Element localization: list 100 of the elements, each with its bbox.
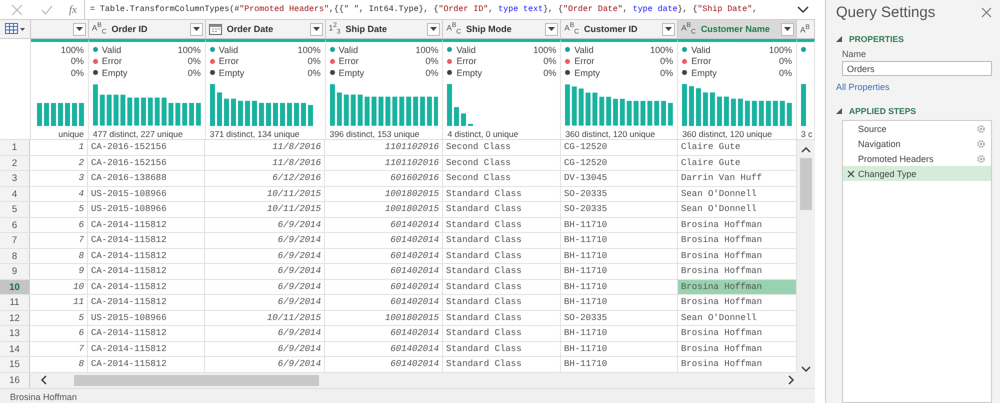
column-label: Customer ID bbox=[584, 24, 638, 34]
table-cell: 601402014 bbox=[325, 264, 443, 278]
close-icon[interactable] bbox=[981, 6, 992, 18]
table-cell: CA-2014-115812 bbox=[88, 218, 205, 232]
table-cell: BH-11710 bbox=[561, 218, 678, 232]
filter-dropdown-button[interactable] bbox=[310, 22, 323, 36]
table-cell: Brosina Hoffman bbox=[678, 280, 797, 294]
expand-triangle-icon[interactable] bbox=[836, 36, 842, 42]
table-cell: 5 bbox=[30, 202, 88, 216]
scrollbar-thumb[interactable] bbox=[800, 158, 812, 210]
chevron-down-icon[interactable] bbox=[797, 6, 809, 14]
table-icon[interactable] bbox=[4, 23, 25, 35]
check-icon[interactable] bbox=[41, 4, 53, 16]
name-field[interactable]: Orders bbox=[842, 61, 992, 76]
row-number[interactable]: 10 bbox=[0, 280, 30, 294]
table-cell: 3 bbox=[30, 171, 88, 186]
scrollbar-thumb[interactable] bbox=[74, 374, 319, 386]
caret-icon bbox=[430, 27, 438, 31]
column-header[interactable]: A$^{B}$ bbox=[797, 20, 816, 38]
type-icon[interactable]: A$^{B}$ bbox=[800, 24, 810, 34]
table-cell: BH-11710 bbox=[561, 233, 678, 248]
table-cell: 601602016 bbox=[325, 171, 443, 186]
row-number[interactable]: 1 bbox=[0, 140, 30, 154]
table-cell: Standard Class bbox=[443, 233, 561, 248]
expand-triangle-icon[interactable] bbox=[836, 108, 842, 114]
table-cell: BH-11710 bbox=[561, 342, 678, 356]
table-cell: CA-2016-138688 bbox=[88, 171, 205, 186]
table-cell: 6/9/2014 bbox=[205, 248, 325, 263]
table-cell: Standard Class bbox=[443, 264, 561, 278]
row-number[interactable]: 14 bbox=[0, 342, 30, 356]
scroll-left-button[interactable] bbox=[40, 375, 48, 386]
row-number[interactable]: 11 bbox=[0, 295, 30, 310]
filter-dropdown-button[interactable] bbox=[427, 22, 440, 36]
column-label: Order ID bbox=[112, 24, 149, 34]
quality-label: Valid bbox=[338, 44, 358, 55]
quality-percent: 0% bbox=[308, 56, 321, 66]
row-number[interactable]: 2 bbox=[0, 156, 30, 170]
table-cell: 1101102016 bbox=[325, 140, 443, 154]
row-number[interactable]: 3 bbox=[0, 171, 30, 186]
table-cell: 7 bbox=[30, 342, 88, 356]
table-cell: Standard Class bbox=[443, 295, 561, 310]
step-item[interactable]: Changed Type bbox=[843, 166, 991, 181]
column-header[interactable]: Order Date bbox=[206, 20, 326, 38]
status-text: Brosina Hoffman bbox=[10, 392, 77, 402]
table-cell: 9 bbox=[30, 264, 88, 278]
column-stats: 360 distinct, 120 unique bbox=[681, 128, 773, 139]
delete-icon[interactable] bbox=[847, 170, 855, 178]
filter-dropdown-button[interactable] bbox=[190, 22, 203, 36]
row-number[interactable]: 15 bbox=[0, 357, 30, 372]
all-properties-link[interactable]: All Properties bbox=[836, 82, 992, 92]
row-number[interactable]: 5 bbox=[0, 202, 30, 216]
row-number[interactable]: 9 bbox=[0, 264, 30, 278]
table-cell: BH-11710 bbox=[561, 248, 678, 263]
row-number[interactable]: 13 bbox=[0, 326, 30, 340]
column-header[interactable]: A$^{B}$$_{C}$ Ship Mode bbox=[443, 20, 562, 38]
filter-dropdown-button[interactable] bbox=[545, 22, 558, 36]
filter-dropdown-button[interactable] bbox=[662, 22, 676, 36]
table-cell: 601402014 bbox=[325, 342, 443, 356]
table-cell: 6/9/2014 bbox=[205, 326, 325, 340]
table-cell: 601402014 bbox=[325, 248, 443, 263]
row-number[interactable]: 7 bbox=[0, 233, 30, 248]
column-header[interactable]: A$^{B}$$_{C}$ Customer ID bbox=[561, 20, 678, 38]
table-cell: 1001802015 bbox=[325, 310, 443, 325]
quality-percent: 0% bbox=[425, 68, 438, 78]
table-cell: CA-2014-115812 bbox=[88, 280, 205, 294]
column-stats: 396 distinct, 153 unique bbox=[328, 128, 420, 139]
table-cell: SO-20335 bbox=[561, 186, 678, 201]
row-number[interactable]: 4 bbox=[0, 186, 30, 201]
column-header[interactable]: A$^{B}$$_{C}$ Order ID bbox=[88, 20, 206, 38]
scroll-down-button[interactable] bbox=[801, 364, 811, 372]
fx-button[interactable]: fx bbox=[69, 4, 77, 16]
row-number[interactable]: 16 bbox=[0, 372, 30, 388]
table-cell: 601402014 bbox=[325, 295, 443, 310]
step-item[interactable]: Navigation bbox=[843, 136, 991, 151]
formula-text[interactable]: = Table.TransformColumnTypes(#"Promoted Headers",{{" ", Int64.Type}, {"Order ID", type text}, {"Order Date", type date}, {"Ship Date", bbox=[90, 5, 758, 14]
quality-percent: 100% bbox=[769, 44, 792, 55]
quality-percent: 0% bbox=[308, 68, 321, 78]
column-header[interactable]: 1$^{2}$$_{3}$ Ship Date bbox=[326, 20, 444, 38]
table-cell: CA-2014-115812 bbox=[88, 342, 205, 356]
quality-percent: 100% bbox=[298, 44, 321, 55]
table-cell: Standard Class bbox=[443, 280, 561, 294]
caret-icon bbox=[192, 27, 200, 31]
table-cell: 601402014 bbox=[325, 233, 443, 248]
step-item[interactable]: Source bbox=[843, 121, 991, 136]
row-number[interactable]: 6 bbox=[0, 218, 30, 232]
scroll-up-button[interactable] bbox=[801, 146, 811, 154]
quality-percent: 0% bbox=[543, 56, 556, 66]
table-cell: Standard Class bbox=[443, 186, 561, 201]
column-header[interactable]: A$^{B}$$_{C}$ Customer Name bbox=[678, 20, 798, 38]
table-cell: CA-2014-115812 bbox=[88, 248, 205, 263]
step-item[interactable]: Promoted Headers bbox=[843, 151, 991, 166]
table-cell: 1001802015 bbox=[325, 186, 443, 201]
row-number[interactable]: 8 bbox=[0, 248, 30, 263]
table-cell: 6/9/2014 bbox=[205, 280, 325, 294]
row-number[interactable]: 12 bbox=[0, 310, 30, 325]
filter-dropdown-button[interactable] bbox=[72, 22, 86, 36]
scroll-right-button[interactable] bbox=[787, 375, 795, 386]
quality-percent: 0% bbox=[188, 56, 201, 66]
filter-dropdown-button[interactable] bbox=[781, 22, 794, 36]
column-stats: 4 distinct, 0 unique bbox=[446, 128, 520, 139]
